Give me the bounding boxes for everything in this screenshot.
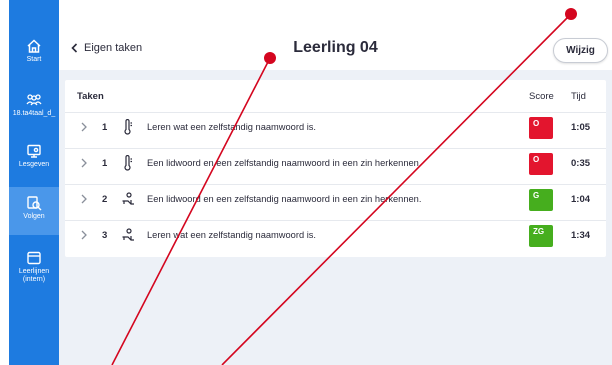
sidebar-item-label: Volgen [23, 213, 45, 220]
task-text: Een lidwoord en een zelfstandig naamwoor… [147, 158, 422, 168]
track-icon [27, 196, 42, 211]
sidebar-item-label: Lesgeven [18, 161, 50, 168]
task-number: 1 [102, 158, 108, 169]
sidebar-item-leerlijnen[interactable]: Leerlijnen (intern) [9, 250, 59, 284]
task-text: Een lidwoord en een zelfstandig naamwoor… [147, 194, 422, 204]
score-badge: O [529, 117, 553, 139]
sidebar-item-lesgeven[interactable]: Lesgeven [9, 143, 59, 169]
thermometer-icon [124, 155, 132, 171]
app-window: Start 18.ta4taal_d_ Lesgeven Volgen Leer… [0, 0, 612, 365]
practice-icon [122, 228, 134, 241]
annotation-dot [565, 8, 577, 20]
back-link-label: Eigen taken [84, 42, 143, 54]
thermometer-icon [124, 119, 132, 135]
chevron-left-icon [71, 43, 78, 53]
column-header-time: Tijd [571, 91, 586, 102]
table-row[interactable]: 3 Leren wat een zelfstandig naamwoord is… [65, 220, 606, 250]
home-icon [27, 39, 41, 53]
main-content: Taken Score Tijd 1 Leren wat een zelfsta… [59, 70, 612, 365]
sidebar-item-label: Leerlijnen (intern) [18, 268, 50, 283]
column-header-tasks: Taken [77, 91, 104, 102]
table-row[interactable]: 1 Een lidwoord en een zelfstandig naamwo… [65, 148, 606, 178]
sidebar-item-group[interactable]: 18.ta4taal_d_ [9, 92, 59, 118]
score-badge: ZG [529, 225, 553, 247]
task-number: 1 [102, 122, 108, 133]
task-time: 1:04 [571, 194, 591, 205]
group-icon [26, 94, 42, 106]
task-number: 2 [102, 194, 108, 205]
table-row[interactable]: 2 Een lidwoord en een zelfstandig naamwo… [65, 184, 606, 214]
sidebar-item-label: Start [26, 56, 42, 63]
chevron-right-icon[interactable] [81, 122, 87, 132]
tasks-table: Taken Score Tijd 1 Leren wat een zelfsta… [65, 80, 606, 257]
chevron-right-icon[interactable] [81, 230, 87, 240]
sidebar-item-start[interactable]: Start [9, 38, 59, 64]
practice-icon [122, 192, 134, 205]
page-header: Eigen taken Leerling 04 Wijzig [59, 30, 612, 70]
column-header-score: Score [529, 91, 554, 102]
chevron-right-icon[interactable] [81, 194, 87, 204]
teach-icon [27, 144, 41, 158]
back-link[interactable]: Eigen taken [71, 42, 142, 54]
table-row[interactable]: 1 Leren wat een zelfstandig naamwoord is… [65, 112, 606, 142]
edit-button[interactable]: Wijzig [553, 38, 608, 63]
task-time: 1:34 [571, 230, 591, 241]
score-badge: O [529, 153, 553, 175]
task-number: 3 [102, 230, 108, 241]
sidebar-item-volgen[interactable]: Volgen [9, 187, 59, 235]
task-text: Leren wat een zelfstandig naamwoord is. [147, 122, 316, 132]
sidebar: Start 18.ta4taal_d_ Lesgeven Volgen Leer… [9, 0, 59, 365]
task-time: 1:05 [571, 122, 591, 133]
task-text: Leren wat een zelfstandig naamwoord is. [147, 230, 316, 240]
sidebar-item-label: 18.ta4taal_d_ [12, 110, 56, 117]
chevron-right-icon[interactable] [81, 158, 87, 168]
table-header: Taken Score Tijd [65, 80, 606, 112]
task-time: 0:35 [571, 158, 591, 169]
learning-lines-icon [27, 251, 41, 265]
score-badge: G [529, 189, 553, 211]
